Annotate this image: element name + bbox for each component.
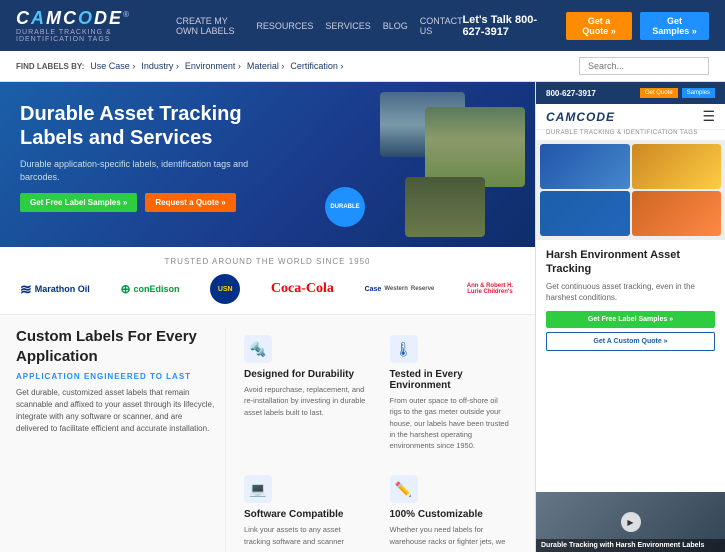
feature-card-software: 💻 Software Compatible Link your assets t… xyxy=(236,467,374,552)
hero-description: Durable application-specific labels, ide… xyxy=(20,158,280,183)
nav-resources[interactable]: RESOURCES xyxy=(256,21,313,31)
sidebar-image-4 xyxy=(632,191,722,236)
hero-text-block: Durable Asset Tracking Labels and Servic… xyxy=(20,102,280,212)
durability-icon: 🔩 xyxy=(244,335,272,363)
nav-services[interactable]: SERVICES xyxy=(325,21,370,31)
logo-subtitle: DURABLE TRACKING & IDENTIFICATION TAGS xyxy=(16,29,176,43)
environment-desc: From outer space to off-shore oil rigs t… xyxy=(390,395,512,451)
navy-logo: USN xyxy=(210,274,240,304)
environment-icon: 🌡 xyxy=(390,335,418,363)
feature-card-durability: 🔩 Designed for Durability Avoid repurcha… xyxy=(236,327,374,459)
case-western-logo: Case Western Reserve xyxy=(365,286,435,293)
get-quote-button[interactable]: Get a Quote » xyxy=(566,12,632,40)
hero-title: Durable Asset Tracking Labels and Servic… xyxy=(20,102,280,150)
phone-number: Let's Talk 800-627-3917 xyxy=(462,14,557,38)
hero-image-3 xyxy=(405,177,485,237)
durability-title: Designed for Durability xyxy=(244,369,366,380)
environment-title: Tested in Every Environment xyxy=(390,369,512,391)
top-header: CAMCODE® DURABLE TRACKING & IDENTIFICATI… xyxy=(0,0,725,51)
sidebar-article: Harsh Environment Asset Tracking Get con… xyxy=(536,240,725,492)
main-content: Durable Asset Tracking Labels and Servic… xyxy=(0,82,535,552)
durability-desc: Avoid repurchase, replacement, and re-in… xyxy=(244,384,366,418)
top-nav: CREATE MY OWN LABELS RESOURCES SERVICES … xyxy=(176,16,462,36)
software-icon: 💻 xyxy=(244,475,272,503)
sidebar-bottom-image: ▶ Durable Tracking with Harsh Environmen… xyxy=(536,492,725,552)
nav-blog[interactable]: BLOG xyxy=(383,21,408,31)
feature-card-environment: 🌡 Tested in Every Environment From outer… xyxy=(382,327,520,459)
sidebar-logo-subtitle: DURABLE TRACKING & IDENTIFICATION TAGS xyxy=(536,130,725,140)
nav-industry[interactable]: Industry xyxy=(141,61,179,71)
software-title: Software Compatible xyxy=(244,509,366,520)
sidebar-quote-button[interactable]: Get Quote xyxy=(640,88,678,98)
hero-image-2 xyxy=(425,107,525,187)
logo-row: ≋ Marathon Oil ⊕ conEdison USN Coca-Cola… xyxy=(20,274,515,304)
customizable-title: 100% Customizable xyxy=(390,509,512,520)
sidebar-image-1 xyxy=(540,144,630,189)
marathon-logo: ≋ Marathon Oil xyxy=(20,281,90,298)
sidebar-top-bar: 800-627-3917 Get Quote Samples xyxy=(536,82,725,104)
features-section: Custom Labels For Every Application APPL… xyxy=(0,315,535,552)
sidebar-logo: CAMCODE xyxy=(546,110,615,124)
nav-create-labels[interactable]: CREATE MY OWN LABELS xyxy=(176,16,244,36)
sidebar-logo-bar: CAMCODE ☰ xyxy=(536,104,725,130)
sidebar-article-desc: Get continuous asset tracking, even in t… xyxy=(546,281,715,303)
hero-buttons: Get Free Label Samples » Request a Quote… xyxy=(20,193,280,212)
logo-area: CAMCODE® DURABLE TRACKING & IDENTIFICATI… xyxy=(16,8,176,43)
sidebar-free-samples-button[interactable]: Get Free Label Samples » xyxy=(546,311,715,328)
sidebar-samples-button[interactable]: Samples xyxy=(682,88,715,98)
customizable-icon: ✏️ xyxy=(390,475,418,503)
nav-material[interactable]: Material xyxy=(247,61,285,71)
hero-section: Durable Asset Tracking Labels and Servic… xyxy=(0,82,535,247)
nav-contact[interactable]: CONTACT US xyxy=(420,16,463,36)
nav-environment[interactable]: Environment xyxy=(185,61,241,71)
sidebar-action-btns: Get Quote Samples xyxy=(640,88,715,98)
sidebar-custom-quote-button[interactable]: Get A Custom Quote » xyxy=(546,332,715,351)
sidebar-image-3 xyxy=(540,191,630,236)
sidebar-image-grid xyxy=(536,140,725,240)
find-labels-label: FIND LABELS BY: xyxy=(16,62,84,71)
trusted-bar: TRUSTED AROUND THE WORLD SINCE 1950 ≋ Ma… xyxy=(0,247,535,315)
sub-nav: FIND LABELS BY: Use Case Industry Enviro… xyxy=(0,51,725,82)
childrens-hospital-logo: Ann & Robert H. Lurie Children's xyxy=(465,283,515,295)
find-labels-nav: FIND LABELS BY: Use Case Industry Enviro… xyxy=(16,61,343,71)
hero-images: DURABLE xyxy=(305,87,525,242)
cocacola-logo: Coca-Cola xyxy=(271,281,334,297)
sidebar-article-title: Harsh Environment Asset Tracking xyxy=(546,248,715,277)
feature-card-customizable: ✏️ 100% Customizable Whether you need la… xyxy=(382,467,520,552)
get-samples-button[interactable]: Get Samples » xyxy=(640,12,709,40)
software-desc: Link your assets to any asset tracking s… xyxy=(244,524,366,547)
hero-quote-button[interactable]: Request a Quote » xyxy=(145,193,235,212)
search-input[interactable] xyxy=(579,57,709,75)
feature-tag: APPLICATION ENGINEERED TO LAST xyxy=(16,372,215,381)
sidebar-phone: 800-627-3917 xyxy=(546,89,596,98)
hamburger-menu-icon[interactable]: ☰ xyxy=(702,108,715,125)
nav-certification[interactable]: Certification xyxy=(290,61,343,71)
play-button-icon[interactable]: ▶ xyxy=(621,512,641,532)
trusted-title: TRUSTED AROUND THE WORLD SINCE 1950 xyxy=(20,257,515,266)
feature-main: Custom Labels For Every Application APPL… xyxy=(16,327,226,552)
feature-main-desc: Get durable, customized asset labels tha… xyxy=(16,387,215,435)
hero-badge: DURABLE xyxy=(325,187,365,227)
customizable-desc: Whether you need labels for warehouse ra… xyxy=(390,524,512,547)
logo: CAMCODE® xyxy=(16,8,176,29)
feature-cards-grid: 🔩 Designed for Durability Avoid repurcha… xyxy=(236,327,519,552)
hero-samples-button[interactable]: Get Free Label Samples » xyxy=(20,193,137,212)
feature-main-title: Custom Labels For Every Application xyxy=(16,327,215,366)
nav-use-case[interactable]: Use Case xyxy=(90,61,135,71)
main-layout: Durable Asset Tracking Labels and Servic… xyxy=(0,82,725,552)
right-sidebar: 800-627-3917 Get Quote Samples CAMCODE ☰… xyxy=(535,82,725,552)
sidebar-bottom-caption: Durable Tracking with Harsh Environment … xyxy=(536,539,725,552)
sidebar-image-2 xyxy=(632,144,722,189)
contact-bar: Let's Talk 800-627-3917 Get a Quote » Ge… xyxy=(462,12,709,40)
conedison-logo: ⊕ conEdison xyxy=(120,282,179,296)
